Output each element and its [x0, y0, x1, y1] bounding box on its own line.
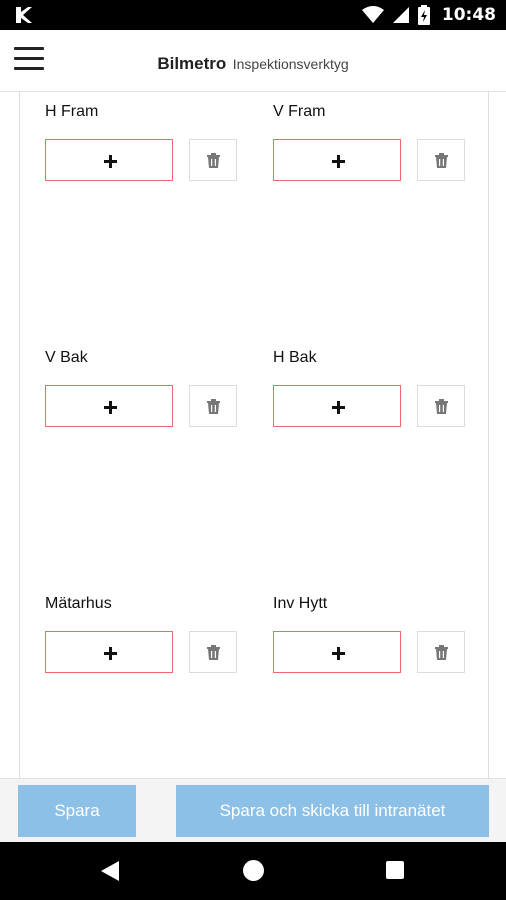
save-and-send-button[interactable]: Spara och skicka till intranätet — [176, 785, 489, 837]
signal-icon — [392, 7, 409, 23]
photo-grid: H Fram V Fram V Bak H Bak Mätarhus Inv H… — [19, 92, 489, 778]
delete-photo-button[interactable] — [189, 631, 237, 673]
add-photo-button[interactable] — [273, 385, 401, 427]
trash-icon — [207, 153, 220, 168]
app-header: Bilmetro Inspektionsverktyg — [0, 30, 506, 92]
photo-slot-h-bak: H Bak — [273, 348, 465, 427]
photo-slot-v-bak: V Bak — [45, 348, 237, 427]
photo-slot-inv-hytt: Inv Hytt — [273, 594, 465, 673]
app-notification-icon — [16, 7, 32, 23]
clock: 10:48 — [441, 5, 496, 25]
add-photo-button[interactable] — [273, 631, 401, 673]
navigation-bar — [0, 842, 506, 900]
page-subtitle: Inspektionsverktyg — [232, 56, 349, 72]
status-bar: 10:48 — [0, 0, 506, 30]
add-photo-button[interactable] — [45, 385, 173, 427]
add-photo-button[interactable] — [45, 139, 173, 181]
home-icon[interactable] — [243, 860, 264, 881]
delete-photo-button[interactable] — [417, 631, 465, 673]
add-photo-button[interactable] — [45, 631, 173, 673]
save-button[interactable]: Spara — [18, 785, 136, 837]
back-icon[interactable] — [101, 861, 119, 881]
trash-icon — [207, 399, 220, 414]
trash-icon — [435, 645, 448, 660]
delete-photo-button[interactable] — [189, 385, 237, 427]
wifi-icon — [361, 6, 384, 23]
action-bar: Spara Spara och skicka till intranätet — [0, 778, 506, 842]
slot-label: V Bak — [45, 349, 88, 366]
delete-photo-button[interactable] — [417, 385, 465, 427]
recent-apps-icon[interactable] — [386, 861, 404, 879]
delete-photo-button[interactable] — [189, 139, 237, 181]
battery-icon — [417, 5, 430, 25]
slot-label: H Bak — [273, 349, 317, 366]
trash-icon — [435, 399, 448, 414]
slot-label: Mätarhus — [45, 595, 112, 612]
page-title: Bilmetro Inspektionsverktyg — [0, 54, 506, 74]
slot-label: H Fram — [45, 103, 99, 120]
delete-photo-button[interactable] — [417, 139, 465, 181]
brand-name: Bilmetro — [157, 54, 227, 73]
slot-label: Inv Hytt — [273, 595, 328, 612]
add-photo-button[interactable] — [273, 139, 401, 181]
trash-icon — [435, 153, 448, 168]
photo-slot-matarhus: Mätarhus — [45, 594, 237, 673]
trash-icon — [207, 645, 220, 660]
slot-label: V Fram — [273, 103, 326, 120]
photo-slot-h-fram: H Fram — [45, 102, 237, 181]
photo-slot-v-fram: V Fram — [273, 102, 465, 181]
